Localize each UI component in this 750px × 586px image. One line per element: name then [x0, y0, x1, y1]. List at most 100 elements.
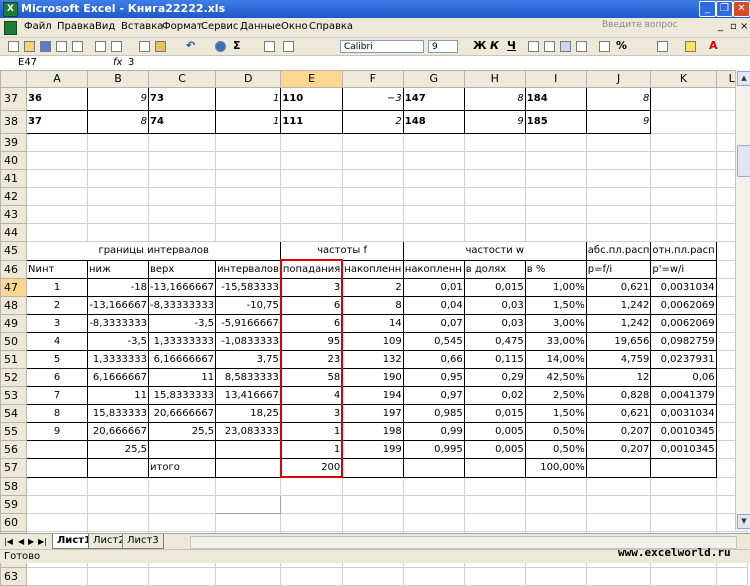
cell[interactable]: [215, 440, 282, 459]
cell[interactable]: 23,083333: [215, 422, 282, 441]
group-header-relative[interactable]: частости w: [402, 241, 587, 261]
menu-window[interactable]: Окно: [281, 21, 308, 32]
cell[interactable]: 74: [147, 110, 217, 134]
cell[interactable]: 0,828: [585, 386, 652, 405]
cell[interactable]: -13,1666667: [147, 278, 217, 297]
cell[interactable]: в %: [524, 259, 587, 279]
cell[interactable]: 9: [463, 110, 526, 134]
cell[interactable]: 147: [402, 87, 465, 111]
cell[interactable]: 0,115: [463, 350, 526, 369]
doc-minimize-icon[interactable]: _: [718, 21, 723, 32]
cell[interactable]: 0,985: [402, 404, 465, 423]
cell[interactable]: 1,50%: [524, 404, 587, 423]
cell[interactable]: 1: [215, 87, 282, 111]
hyperlink-icon[interactable]: [215, 41, 226, 52]
cell[interactable]: 1: [215, 110, 282, 134]
cell[interactable]: попадания: [279, 259, 344, 279]
cell[interactable]: 2: [341, 278, 404, 297]
new-icon[interactable]: [8, 41, 19, 52]
menu-file[interactable]: Файл: [24, 21, 52, 32]
restore-button[interactable]: ❐: [716, 1, 733, 17]
workbook-icon[interactable]: [4, 21, 17, 35]
cell[interactable]: 23: [279, 350, 344, 369]
cell[interactable]: 148: [402, 110, 465, 134]
column-header[interactable]: H: [463, 70, 526, 88]
row-header[interactable]: 59: [0, 494, 27, 514]
cell[interactable]: 58: [279, 368, 344, 387]
formula-input[interactable]: 3: [128, 56, 134, 69]
cell[interactable]: 0,0010345: [650, 422, 717, 441]
fx-icon[interactable]: fx: [113, 56, 122, 69]
cell[interactable]: 15,833333: [87, 404, 149, 423]
menu-edit[interactable]: Правка: [57, 21, 95, 32]
cell[interactable]: 0,0031034: [650, 404, 717, 423]
cell[interactable]: 194: [341, 386, 404, 405]
cell[interactable]: 6: [26, 368, 88, 387]
cell[interactable]: 0,07: [402, 314, 465, 333]
cell[interactable]: 4,759: [585, 350, 652, 369]
cell[interactable]: 0,0031034: [650, 278, 717, 297]
first-sheet-icon[interactable]: |◀: [4, 537, 13, 546]
cell[interactable]: -3,5: [87, 332, 149, 351]
cell[interactable]: -3,5: [147, 314, 217, 333]
cell[interactable]: 0,66: [402, 350, 465, 369]
menu-view[interactable]: Вид: [95, 21, 115, 32]
cell[interactable]: 1,3333333: [87, 350, 149, 369]
cell[interactable]: [147, 440, 217, 459]
column-header[interactable]: I: [524, 70, 587, 88]
cell[interactable]: 0,0062069: [650, 296, 717, 315]
column-header[interactable]: F: [341, 70, 404, 88]
cell[interactable]: 14: [341, 314, 404, 333]
vertical-scrollbar[interactable]: ▲ ▼: [735, 70, 750, 530]
select-all-corner[interactable]: [0, 70, 27, 88]
cell[interactable]: 9: [87, 87, 149, 111]
permission-icon[interactable]: [56, 41, 67, 52]
cell[interactable]: 198: [341, 422, 404, 441]
active-cell[interactable]: 3: [279, 278, 344, 297]
cell[interactable]: 2: [341, 110, 404, 134]
cell[interactable]: 0,97: [402, 386, 465, 405]
cell[interactable]: 1,00%: [524, 278, 587, 297]
cell[interactable]: [26, 458, 88, 478]
cell[interactable]: 0,03: [463, 296, 526, 315]
cell[interactable]: 199: [341, 440, 404, 459]
column-header[interactable]: B: [87, 70, 149, 88]
cell[interactable]: 6,16666667: [147, 350, 217, 369]
cell[interactable]: 0,0982759: [650, 332, 717, 351]
menu-tools[interactable]: Сервис: [201, 21, 238, 32]
cell[interactable]: 37: [26, 110, 88, 134]
row-header[interactable]: 39: [0, 133, 27, 152]
cell[interactable]: 197: [341, 404, 404, 423]
menu-help[interactable]: Справка: [309, 21, 353, 32]
cell[interactable]: 13,416667: [215, 386, 282, 405]
cell[interactable]: накопленн: [402, 259, 465, 279]
cell[interactable]: в долях: [463, 259, 526, 279]
cell[interactable]: 3,75: [215, 350, 282, 369]
cell[interactable]: 25,5: [87, 440, 149, 459]
row-header[interactable]: 44: [0, 223, 27, 242]
row-header[interactable]: 48: [0, 296, 27, 315]
column-header[interactable]: K: [650, 70, 717, 88]
cell[interactable]: 8: [26, 404, 88, 423]
cell[interactable]: [215, 458, 282, 478]
cell[interactable]: -1,0833333: [215, 332, 282, 351]
cell[interactable]: 0,0041379: [650, 386, 717, 405]
cell[interactable]: 185: [524, 110, 587, 134]
cell[interactable]: [87, 458, 149, 478]
cell[interactable]: 0,99: [402, 422, 465, 441]
cell[interactable]: 1: [279, 422, 344, 441]
cell[interactable]: 109: [341, 332, 404, 351]
cell[interactable]: 5: [26, 350, 88, 369]
total-cell[interactable]: 200: [279, 458, 344, 478]
cell[interactable]: 6: [279, 314, 344, 333]
menu-insert[interactable]: Вставка: [121, 21, 163, 32]
align-right-icon[interactable]: [560, 41, 571, 52]
cell[interactable]: 0,50%: [524, 422, 587, 441]
cell[interactable]: 132: [341, 350, 404, 369]
row-header[interactable]: 38: [0, 110, 27, 134]
cell[interactable]: 11: [87, 386, 149, 405]
cell[interactable]: 8,5833333: [215, 368, 282, 387]
cell[interactable]: 18,25: [215, 404, 282, 423]
row-header[interactable]: 41: [0, 169, 27, 188]
cell[interactable]: 3,00%: [524, 314, 587, 333]
